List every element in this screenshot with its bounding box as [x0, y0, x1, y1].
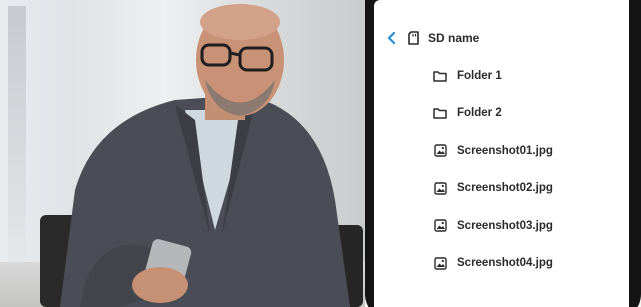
- chevron-left-icon[interactable]: [384, 30, 400, 46]
- list-item-screenshot04[interactable]: Screenshot04.jpg: [432, 245, 622, 283]
- list-item-folder-2[interactable]: Folder 2: [432, 95, 622, 133]
- list-item-screenshot01[interactable]: Screenshot01.jpg: [432, 132, 622, 170]
- list-item-screenshot02[interactable]: Screenshot02.jpg: [432, 170, 622, 208]
- item-label: Screenshot02.jpg: [457, 182, 553, 195]
- file-browser-screen: SD name Folder 1 Folder 2 Screenshot01.j…: [374, 0, 629, 307]
- folder-icon: [432, 68, 448, 84]
- item-label: Screenshot04.jpg: [457, 257, 553, 270]
- list-item-folder-1[interactable]: Folder 1: [432, 57, 622, 95]
- page-title: SD name: [428, 31, 480, 45]
- folder-icon: [432, 105, 448, 121]
- item-label: Screenshot03.jpg: [457, 219, 553, 232]
- item-label: Screenshot01.jpg: [457, 144, 553, 157]
- image-file-icon: [432, 180, 448, 196]
- image-file-icon: [432, 143, 448, 159]
- list-item-screenshot03[interactable]: Screenshot03.jpg: [432, 207, 622, 245]
- item-label: Folder 2: [457, 107, 502, 120]
- browser-header: SD name: [384, 28, 479, 48]
- photo-man-with-phone: [0, 0, 365, 307]
- file-list: Folder 1 Folder 2 Screenshot01.jpg Scree…: [432, 57, 622, 282]
- person-illustration: [60, 4, 350, 307]
- item-label: Folder 1: [457, 69, 502, 82]
- image-file-icon: [432, 218, 448, 234]
- sd-card-icon: [406, 30, 420, 46]
- image-file-icon: [432, 255, 448, 271]
